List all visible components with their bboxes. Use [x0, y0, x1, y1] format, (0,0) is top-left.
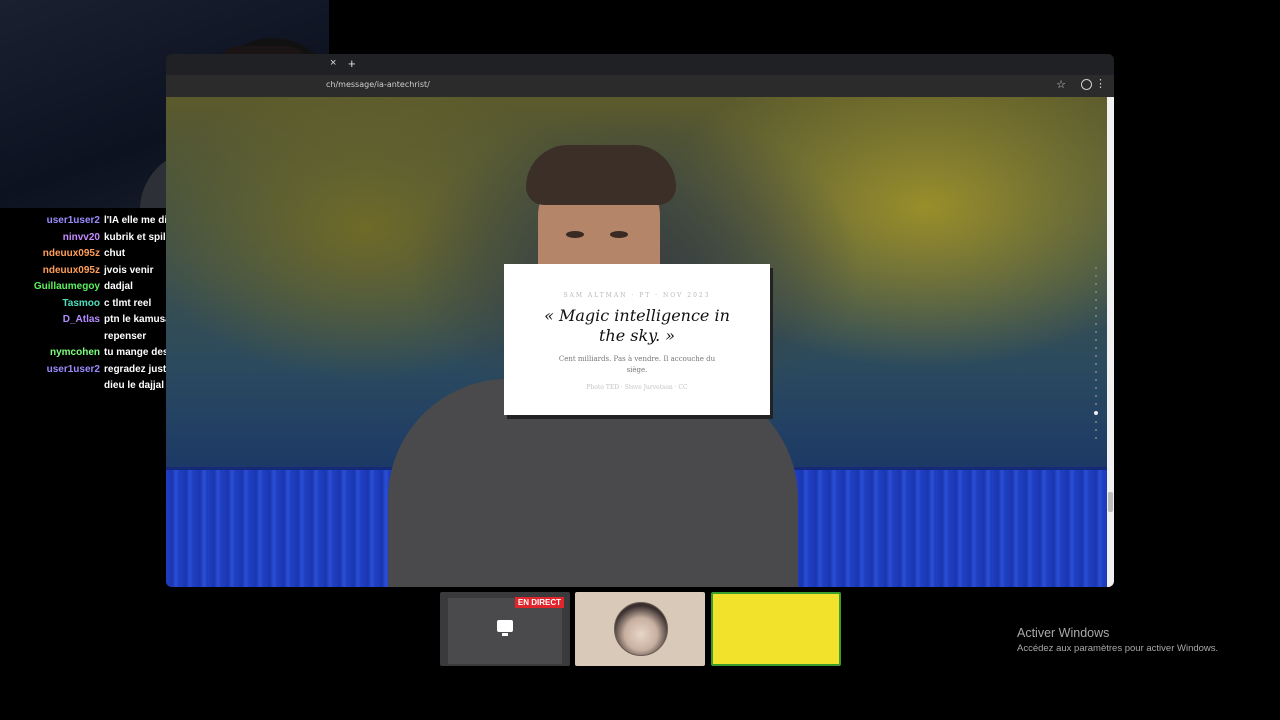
section-dot[interactable]	[1095, 283, 1097, 285]
chat-username[interactable]: D_Atlas	[0, 312, 104, 345]
section-dot[interactable]	[1095, 395, 1097, 397]
url-text[interactable]: ch/message/ia-antechrist/	[326, 80, 430, 89]
section-dot[interactable]	[1095, 315, 1097, 317]
profile-icon[interactable]	[1081, 79, 1092, 90]
article-quote: « Magic intelligence in the sky. »	[544, 306, 730, 345]
chat-username[interactable]: ndeuux095z	[0, 263, 104, 280]
chat-username[interactable]: ninvv20	[0, 230, 104, 247]
new-tab-button[interactable]: +	[348, 56, 356, 71]
section-dot[interactable]	[1095, 379, 1097, 381]
section-dot[interactable]	[1095, 371, 1097, 373]
menu-icon[interactable]: ⋮	[1095, 77, 1106, 90]
chat-username[interactable]: Tasmoo	[0, 296, 104, 313]
address-bar[interactable]: ch/message/ia-antechrist/ ☆ ⋮	[166, 75, 1114, 97]
section-dot[interactable]	[1095, 291, 1097, 293]
section-dot[interactable]	[1095, 421, 1097, 423]
section-dots-nav[interactable]	[1094, 267, 1099, 445]
activate-windows-title: Activer Windows	[1017, 626, 1110, 640]
section-dot[interactable]	[1095, 307, 1097, 309]
section-dot[interactable]	[1095, 437, 1097, 439]
screen-share-thumbnail[interactable]: EN DIRECT	[440, 592, 570, 666]
yellow-thumbnail[interactable]	[711, 592, 841, 666]
section-dot[interactable]	[1094, 411, 1098, 415]
chat-username[interactable]: nymcohen	[0, 345, 104, 362]
quote-card: SAM ALTMAN · PT · NOV 2023 « Magic intel…	[504, 264, 770, 415]
live-badge: EN DIRECT	[514, 597, 564, 608]
chat-username[interactable]: ndeuux095z	[0, 246, 104, 263]
hair	[526, 145, 676, 205]
screen-share-icon	[497, 620, 513, 636]
chat-username[interactable]: Guillaumegoy	[0, 279, 104, 296]
section-dot[interactable]	[1095, 355, 1097, 357]
scrollbar[interactable]	[1107, 97, 1114, 587]
bookmark-star-icon[interactable]: ☆	[1056, 78, 1066, 91]
section-dot[interactable]	[1095, 299, 1097, 301]
activate-windows-subtitle: Accédez aux paramètres pour activer Wind…	[1017, 643, 1219, 654]
activate-windows-watermark: Activer Windows Accédez aux paramètres p…	[1017, 626, 1218, 654]
section-dot[interactable]	[1095, 387, 1097, 389]
section-dot[interactable]	[1095, 331, 1097, 333]
photo-credit: Photo TED · Steve Jurvetson · CC	[586, 384, 688, 391]
section-dot[interactable]	[1095, 429, 1097, 431]
section-dot[interactable]	[1095, 323, 1097, 325]
section-dot[interactable]	[1095, 363, 1097, 365]
close-tab-icon[interactable]: ×	[330, 57, 336, 69]
scroll-thumb[interactable]	[1108, 492, 1113, 512]
avatar-thumbnail[interactable]	[575, 592, 705, 666]
section-dot[interactable]	[1095, 267, 1097, 269]
avatar	[614, 602, 668, 656]
chat-username[interactable]: user1user2	[0, 213, 104, 230]
chat-username[interactable]: user1user2	[0, 362, 104, 395]
section-dot[interactable]	[1095, 347, 1097, 349]
tab-bar: × +	[166, 54, 1114, 75]
article-subtitle: Cent milliards. Pas à vendre. Il accouch…	[558, 355, 716, 374]
page-viewport: SAM ALTMAN · PT · NOV 2023 « Magic intel…	[166, 97, 1107, 587]
article-meta: SAM ALTMAN · PT · NOV 2023	[563, 292, 711, 299]
section-dot[interactable]	[1095, 403, 1097, 405]
section-dot[interactable]	[1095, 275, 1097, 277]
section-dot[interactable]	[1095, 339, 1097, 341]
browser-window: × + ch/message/ia-antechrist/ ☆ ⋮ SAM AL…	[166, 54, 1114, 587]
